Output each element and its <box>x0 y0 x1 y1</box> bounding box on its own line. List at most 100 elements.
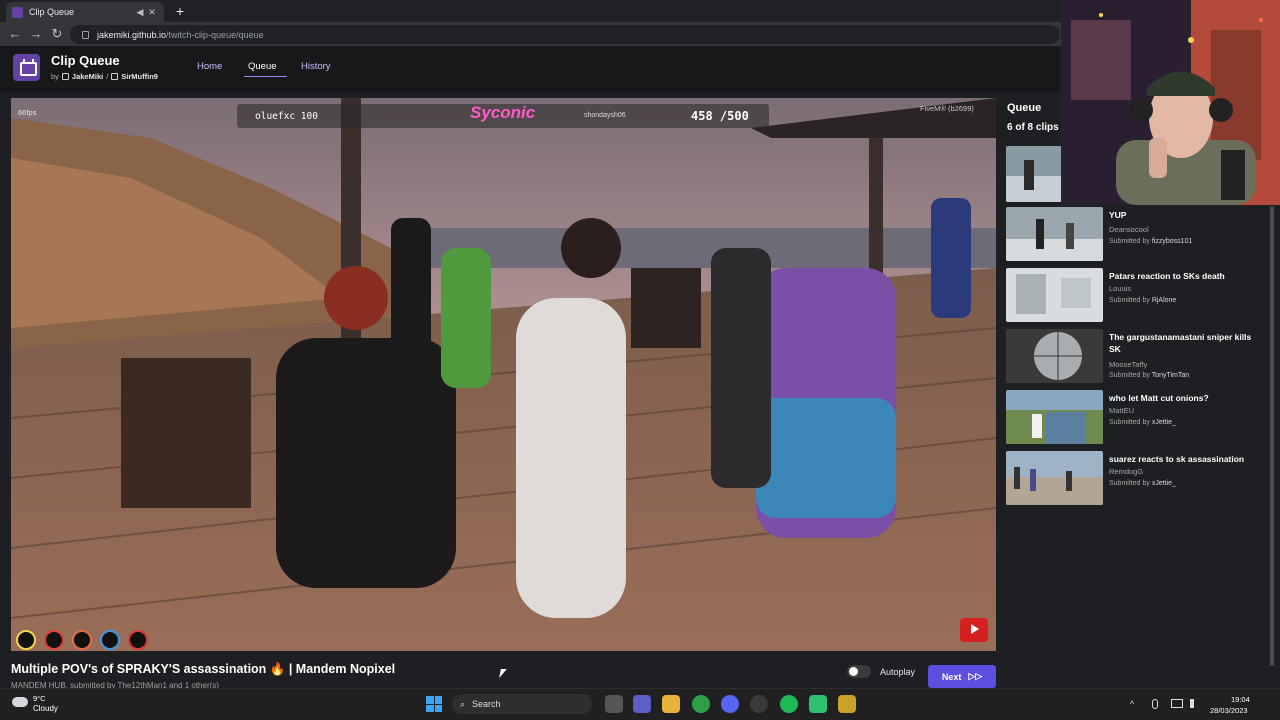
submitted-prefix: Submitted by <box>1109 238 1150 245</box>
submitter-name: RjAlone <box>1151 297 1177 304</box>
weather-temperature[interactable]: 9°C <box>33 694 46 703</box>
queue-item[interactable]: The gargustanamastani sniper kills SK Mo… <box>1006 329 1266 385</box>
tab-close-icon[interactable]: ✕ <box>146 7 158 18</box>
clip-queue-logo-icon[interactable] <box>13 54 40 81</box>
mouse-cursor-icon <box>499 669 507 678</box>
autoplay-label: Autoplay <box>880 667 916 677</box>
url-host: jakemiki.github.io <box>97 29 167 40</box>
submitted-prefix: Submitted by <box>1109 297 1150 304</box>
task-view-icon[interactable] <box>605 695 623 713</box>
new-tab-button[interactable]: + <box>172 3 188 19</box>
back-icon[interactable]: ← <box>7 26 23 42</box>
forward-icon[interactable]: → <box>28 26 44 42</box>
taskbar-search[interactable]: ⌕ Search <box>452 694 592 714</box>
tray-chevron-icon[interactable]: ^ <box>1130 699 1134 709</box>
url-path: /twitch-clip-queue/queue <box>166 29 264 40</box>
twitch-favicon-icon <box>12 6 23 18</box>
submitter-name: xJettie_ <box>1151 480 1176 487</box>
queue-item[interactable]: who let Matt cut onions? MattEU Submitte… <box>1006 390 1266 446</box>
volume-icon[interactable] <box>1190 699 1199 708</box>
food-icon <box>72 630 92 650</box>
weather-description[interactable]: Cloudy <box>33 704 58 713</box>
queue-thumbnail <box>1006 207 1103 261</box>
spotify-icon[interactable] <box>780 695 798 713</box>
clip-title: Multiple POV's of SPRAKY'S assassination… <box>11 662 396 676</box>
nav-home[interactable]: Home <box>197 61 222 72</box>
address-bar[interactable]: jakemiki.github.io /twitch-clip-queue/qu… <box>70 25 1060 44</box>
queue-item[interactable]: suarez reacts to sk assassination Remdog… <box>1006 451 1266 507</box>
queue-item-channel: Louuis <box>1109 284 1132 293</box>
author-link[interactable]: JakeMiki <box>72 72 103 81</box>
hud-name-label: shondaysh06 <box>584 112 626 119</box>
queue-item-submitter: Submitted by fizzyboss101 <box>1109 238 1192 245</box>
nav-history[interactable]: History <box>301 61 331 72</box>
queue-thumbnail <box>1006 329 1103 383</box>
search-placeholder: Search <box>472 699 501 709</box>
queue-item-channel: MattEU <box>1109 406 1135 415</box>
steam-icon[interactable] <box>750 695 768 713</box>
armor-icon <box>44 630 64 650</box>
queue-item-title: who let Matt cut onions? <box>1109 393 1209 403</box>
queue-item-channel: Deansocool <box>1109 225 1149 234</box>
clock-date[interactable]: 28/03/2023 <box>1210 706 1248 715</box>
queue-item[interactable]: YUP Deansocool Submitted by fizzyboss101 <box>1006 207 1266 263</box>
youtube-subscribe-icon <box>960 618 988 642</box>
microphone-tray-icon[interactable] <box>1152 699 1158 709</box>
submitted-prefix: Submitted by <box>1109 480 1150 487</box>
file-explorer-icon[interactable] <box>662 695 680 713</box>
active-nav-indicator <box>244 76 287 77</box>
video-player[interactable] <box>11 98 996 651</box>
app-title: Clip Queue <box>51 53 120 68</box>
next-label: Next <box>941 671 962 682</box>
clock-time[interactable]: 19:04 <box>1231 695 1250 704</box>
fps-counter: 66fps <box>18 108 37 117</box>
network-icon[interactable] <box>1171 699 1183 708</box>
queue-item-submitter: Submitted by RjAlone <box>1109 297 1176 304</box>
queue-scrollbar[interactable] <box>1270 206 1274 666</box>
app-icon[interactable] <box>838 695 856 713</box>
cloud-icon[interactable] <box>12 697 28 707</box>
queue-item-channel: RemdogG <box>1109 467 1144 476</box>
queue-item-title: YUP <box>1109 210 1127 220</box>
teams-icon[interactable] <box>633 695 651 713</box>
hud-logo: Syconic <box>470 103 536 122</box>
by-label: by <box>51 72 59 81</box>
search-icon: ⌕ <box>460 698 466 709</box>
reload-icon[interactable]: ↻ <box>49 26 65 42</box>
submitter-name: TonyTimTan <box>1151 372 1190 379</box>
chrome-icon[interactable] <box>692 695 710 713</box>
queue-thumbnail-partial[interactable] <box>1006 146 1062 202</box>
queue-item-title: The gargustanamastani sniper kills SK <box>1109 332 1252 354</box>
queue-item-title: suarez reacts to sk assassination <box>1109 454 1245 464</box>
tab-title: Clip Queue <box>29 7 75 17</box>
browser-tab[interactable]: Clip Queue ◀ ✕ <box>6 2 164 22</box>
queue-heading: Queue <box>1007 102 1042 114</box>
queue-item[interactable]: Patars reaction to SKs death Louuis Subm… <box>1006 268 1266 324</box>
discord-icon[interactable] <box>721 695 739 713</box>
webcam-image <box>1061 0 1280 205</box>
app-byline: by JakeMiki / SirMuffin9 <box>51 72 158 81</box>
tab-mute-icon[interactable]: ◀ <box>134 7 146 18</box>
thumbnail-image <box>1006 146 1062 202</box>
submitter-name: fizzyboss101 <box>1151 238 1193 245</box>
skip-next-icon: ▷▷ <box>968 671 983 681</box>
webcam-overlay <box>1061 0 1280 205</box>
next-button[interactable]: Next ▷▷ <box>928 665 996 688</box>
channel-link[interactable]: SirMuffin9 <box>121 72 158 81</box>
site-info-icon[interactable] <box>82 30 89 39</box>
nav-queue[interactable]: Queue <box>248 61 277 72</box>
hud-server-label: FiveM® (b2699) <box>920 104 974 113</box>
app-header <box>0 46 1060 92</box>
livesplit-icon[interactable] <box>809 695 827 713</box>
submitted-prefix: Submitted by <box>1109 419 1150 426</box>
hud-player-label: oluefxc 100 <box>255 111 318 122</box>
queue-thumbnail <box>1006 390 1103 444</box>
queue-item-submitter: Submitted by TonyTimTan <box>1109 372 1189 379</box>
twitch-icon <box>111 73 119 80</box>
submitter-name: xJettie_ <box>1151 419 1176 426</box>
windows-start-icon[interactable] <box>426 696 442 712</box>
queue-item-submitter: Submitted by xJettie_ <box>1109 480 1176 487</box>
queue-thumbnail <box>1006 268 1103 322</box>
autoplay-toggle[interactable] <box>847 665 871 678</box>
water-icon <box>100 630 120 650</box>
